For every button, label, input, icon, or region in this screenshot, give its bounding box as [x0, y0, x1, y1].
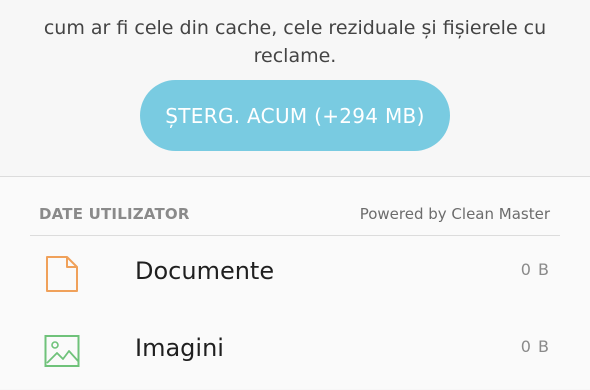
description-text: cum ar fi cele din cache, cele reziduale… [0, 0, 590, 70]
description-line-cutoff [0, 0, 590, 14]
clean-section: cum ar fi cele din cache, cele reziduale… [0, 0, 590, 177]
list-item-label: Documente [135, 257, 275, 285]
powered-by-label: Powered by Clean Master [359, 205, 550, 223]
document-icon [44, 255, 80, 293]
section-title: DATE UTILIZATOR [39, 205, 190, 223]
user-data-panel: DATE UTILIZATOR Powered by Clean Master … [0, 177, 590, 389]
image-icon [44, 332, 80, 370]
list-item-documente[interactable]: Documente 0 B [0, 237, 590, 313]
list-item-imagini[interactable]: Imagini 0 B [0, 314, 590, 390]
description-line-1: cum ar fi cele din cache, cele reziduale… [43, 17, 547, 39]
description-line-2: reclame. [253, 45, 337, 67]
list-item-size: 0 B [520, 260, 550, 279]
panel-divider [30, 235, 560, 236]
list-item-size: 0 B [520, 337, 550, 356]
list-item-label: Imagini [135, 334, 224, 362]
clean-now-button[interactable]: ȘTERG. ACUM (+294 MB) [140, 80, 450, 151]
